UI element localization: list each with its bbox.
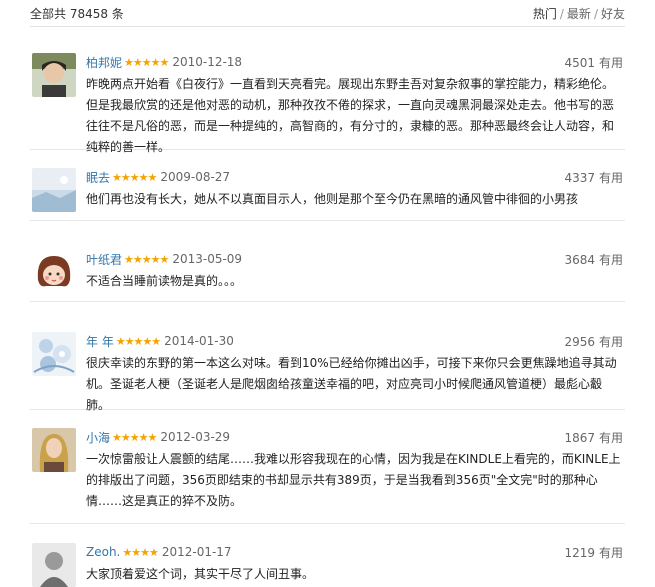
rating-stars: ★★★★★ [115,334,161,348]
vote-count: 4501 [564,55,595,70]
username-link[interactable]: 叶纸君 [86,251,122,268]
rating-stars: ★★★★★ [124,55,169,69]
review-content: 很庆幸读的东野的第一本这么对味。看到10%已经给你摊出凶手，可接下来你只会更焦躁… [86,356,617,412]
total-count: 全部共 78458 条 [30,6,124,21]
vote-area: 4337 有用 [564,169,623,186]
review-date: 2009-08-27 [160,170,231,184]
sort-latest-tab[interactable]: 最新 [567,7,591,21]
review-item: 柏邦妮 ★★★★★ 2010-12-18 4501 有用 昨晚两点开始看《白夜行》… [30,53,625,154]
review-header: 小海 ★★★★★ 2012-03-29 1867 有用 [86,428,623,446]
vote-area: 2956 有用 [564,333,623,350]
sort-tabs: 热门 / 最新 / 好友 [533,5,625,22]
sort-friends-tab[interactable]: 好友 [601,7,625,21]
vote-area: 1219 有用 [564,544,623,561]
review-content: 一次惊雷般让人震颤的结尾……我难以形容我现在的心情，因为我是在KINDLE上看完… [86,452,621,508]
vote-count: 1867 [564,430,595,445]
username-link[interactable]: 小海 [86,429,110,446]
cartoon-girl-icon[interactable] [32,250,76,294]
useful-button[interactable]: 有用 [599,56,623,70]
review-content: 不适合当睡前读物是真的。。。 [86,274,243,288]
useful-button[interactable]: 有用 [599,253,623,267]
review-item: 叶纸君 ★★★★★ 2013-05-09 3684 有用 不适合当睡前读物是真的。… [30,250,625,302]
vote-area: 4501 有用 [564,54,623,71]
rating-stars: ★★★★★ [112,170,157,184]
flower-avatar-icon[interactable] [32,332,76,376]
rating-stars: ★★★★ [122,545,158,559]
vote-area: 1867 有用 [564,429,623,446]
useful-button[interactable]: 有用 [599,171,623,185]
review-item: Zeoh. ★★★★ 2012-01-17 1219 有用 大家顶着爱这个词，其实… [30,543,625,587]
review-header: 年 年 ★★★★★ 2014-01-30 2956 有用 [86,332,623,350]
comments-header: 全部共 78458 条 热门 / 最新 / 好友 [30,0,625,27]
vote-count: 3684 [564,252,595,267]
sort-separator: / [559,6,564,21]
username-link[interactable]: 年 年 [86,333,114,350]
review-header: 叶纸君 ★★★★★ 2013-05-09 3684 有用 [86,250,623,268]
review-header: 眠去 ★★★★★ 2009-08-27 4337 有用 [86,168,623,186]
review-header: Zeoh. ★★★★ 2012-01-17 1219 有用 [86,543,623,561]
vote-count: 1219 [564,545,595,560]
username-link[interactable]: 眠去 [86,169,110,186]
username-link[interactable]: 柏邦妮 [86,54,122,71]
review-item: 眠去 ★★★★★ 2009-08-27 4337 有用 他们再也没有长大，她从不以… [30,168,625,221]
vote-area: 3684 有用 [564,251,623,268]
rating-stars: ★★★★★ [124,252,169,266]
review-item: 年 年 ★★★★★ 2014-01-30 2956 有用 很庆幸读的东野的第一本这… [30,332,625,412]
user-photo-icon[interactable] [32,53,76,97]
sort-separator: / [593,6,598,21]
rating-stars: ★★★★★ [112,430,157,444]
useful-button[interactable]: 有用 [599,335,623,349]
review-content: 他们再也没有长大，她从不以真面目示人，他则是那个至今仍在黑暗的通风管中徘徊的小男… [86,192,579,206]
sort-hot-tab[interactable]: 热门 [533,7,557,21]
useful-button[interactable]: 有用 [599,546,623,560]
review-date: 2013-05-09 [172,252,243,266]
review-date: 2012-01-17 [161,545,232,559]
review-content: 昨晚两点开始看《白夜行》一直看到天亮看完。展现出东野圭吾对复杂叙事的掌控能力，精… [86,77,615,154]
vote-count: 2956 [564,334,595,349]
review-item: 小海 ★★★★★ 2012-03-29 1867 有用 一次惊雷般让人震颤的结尾…… [30,428,625,524]
review-date: 2010-12-18 [172,55,243,69]
username-link[interactable]: Zeoh. [86,545,120,559]
useful-button[interactable]: 有用 [599,431,623,445]
mono-avatar-icon[interactable] [32,543,76,587]
landscape-avatar-icon[interactable] [32,168,76,212]
portrait-avatar-icon[interactable] [32,428,76,472]
vote-count: 4337 [564,170,595,185]
review-date: 2012-03-29 [160,430,231,444]
review-date: 2014-01-30 [164,334,234,348]
review-header: 柏邦妮 ★★★★★ 2010-12-18 4501 有用 [86,53,623,71]
review-content: 大家顶着爱这个词，其实干尽了人间丑事。 [86,567,315,581]
